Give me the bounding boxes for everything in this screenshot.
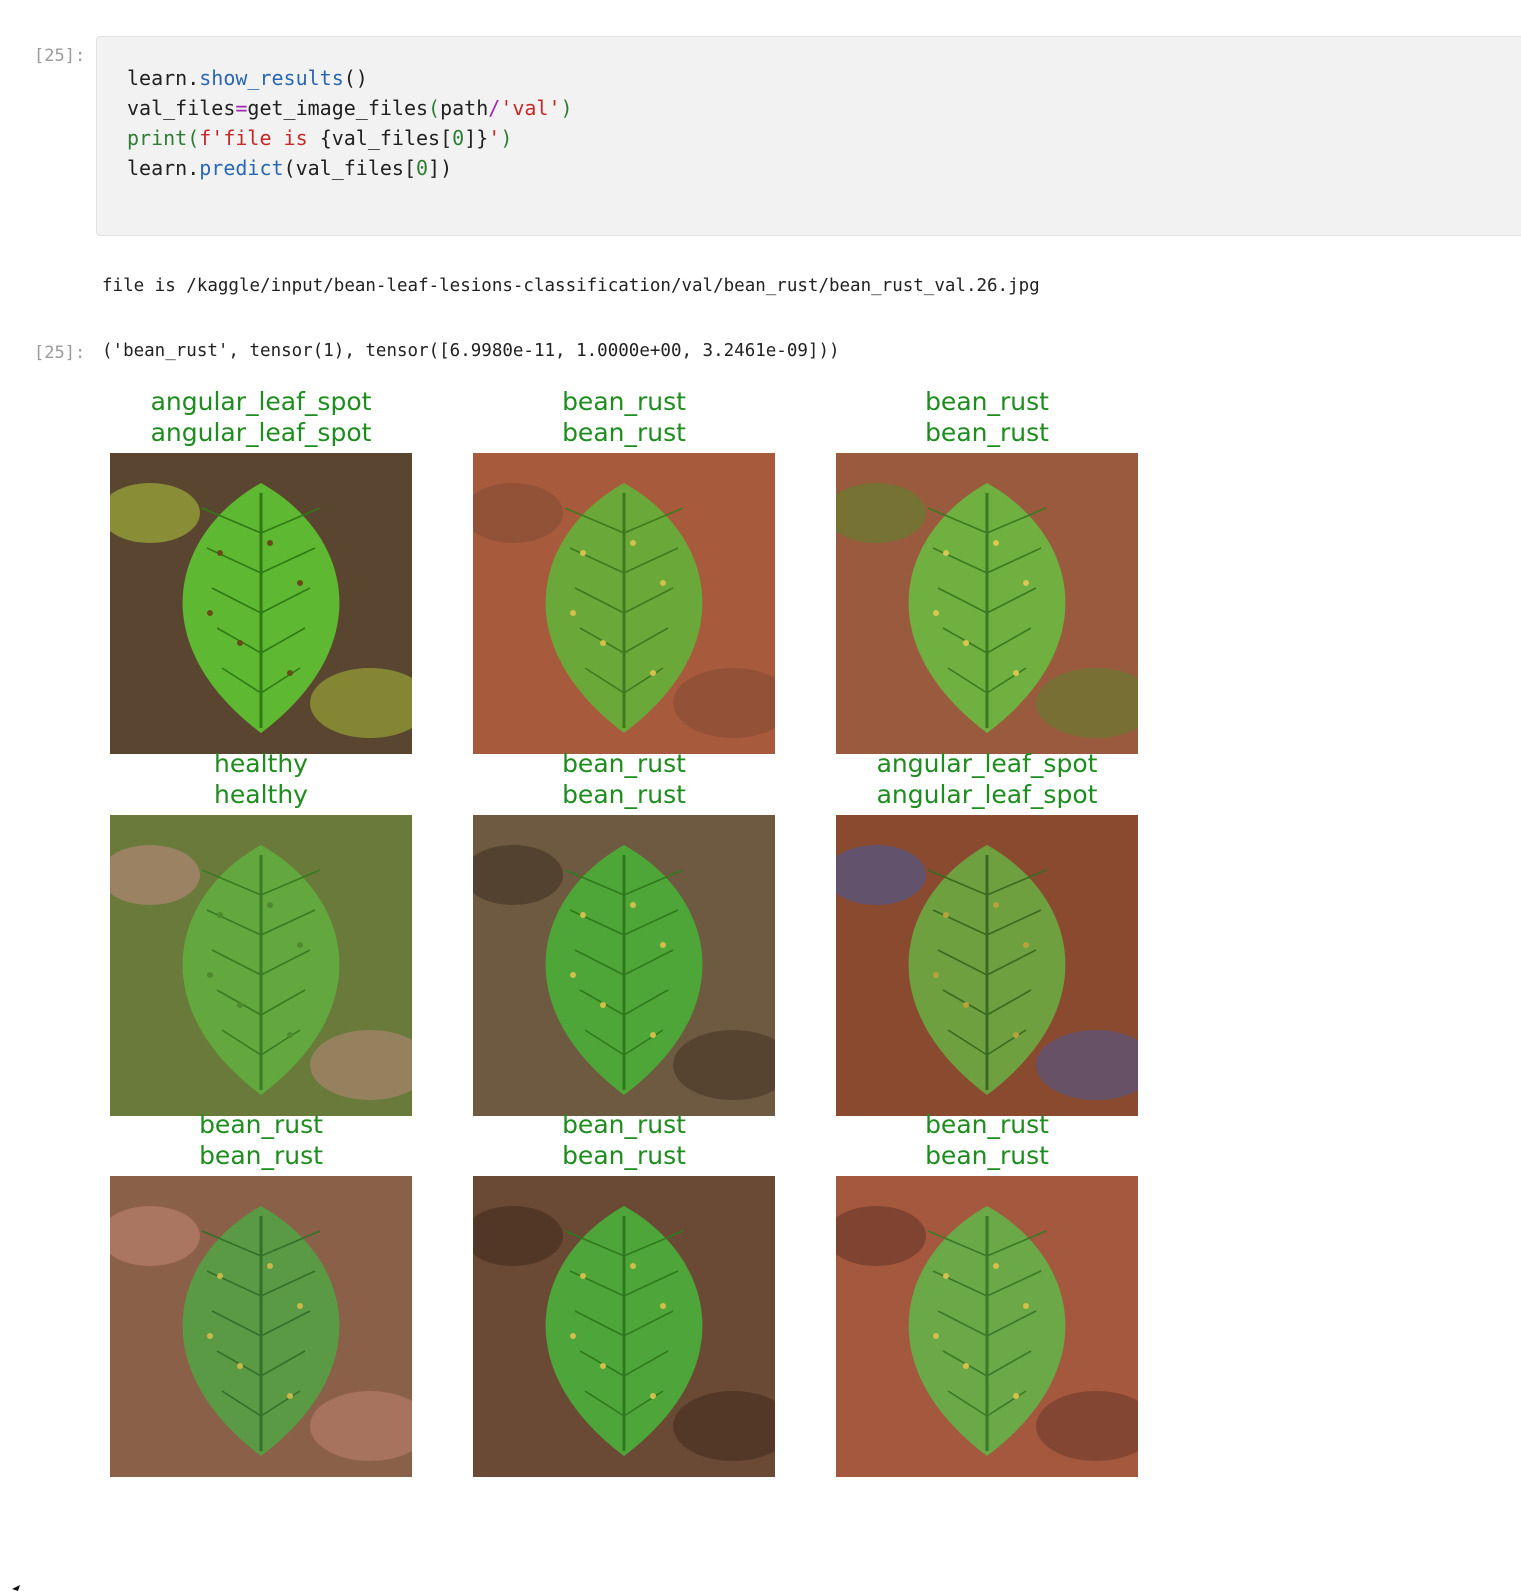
cursor-fragment [12,1585,20,1591]
code-cell[interactable]: learn.show_results() val_files=get_image… [96,36,1521,236]
predicted-label: bean_rust [199,1141,323,1170]
actual-label: bean_rust [562,387,686,416]
code-token: ]} [464,126,489,150]
actual-label: angular_leaf_spot [876,749,1098,778]
stdout-output: file is /kaggle/input/bean-leaf-lesions-… [102,276,1040,296]
code-token: ]) [428,156,453,180]
leaf-photo-bean-rust-plant [473,815,775,1116]
code-token: print [127,126,188,150]
code-token: ) [560,96,573,120]
actual-label: bean_rust [562,749,686,778]
code-editor[interactable]: learn.show_results() val_files=get_image… [127,63,573,183]
predicted-label: angular_leaf_spot [876,780,1098,809]
actual-label: healthy [214,749,308,778]
code-token: ( [187,126,200,150]
code-token: ' [488,126,501,150]
leaf-photo-bean-rust [836,453,1138,754]
code-token: learn. [127,66,200,90]
code-line: learn.show_results() [127,66,368,90]
code-token: get_image_files [247,96,429,120]
leaf-photo-angular-leaf-spot [110,453,412,754]
code-line: learn.predict(val_files[0]) [127,156,452,180]
code-line: print(f'file is {val_files[0]}') [127,126,512,150]
leaf-photo-bean-rust-hand [473,453,775,754]
result-output: ('bean_rust', tensor(1), tensor([6.9980e… [102,341,840,361]
leaf-photo-angular-leaf-spot-field [836,815,1138,1116]
code-token: {val_files[ [319,126,453,150]
code-token: (val_files[ [283,156,416,180]
input-prompt: [25]: [34,46,86,66]
output-prompt: [25]: [34,343,86,363]
predicted-label: bean_rust [562,780,686,809]
code-token: 0 [452,126,465,150]
code-token: 'val' [500,96,561,120]
leaf-photo-bean-rust-hand-2 [473,1176,775,1477]
code-token: = [235,96,248,120]
code-token: show_results [199,66,344,90]
code-token: predict [199,156,284,180]
actual-label: angular_leaf_spot [150,387,372,416]
code-token: 0 [416,156,429,180]
code-token: () [343,66,368,90]
leaf-photo-healthy [110,815,412,1116]
code-line: val_files=get_image_files(path/'val') [127,96,573,120]
actual-label: bean_rust [925,1110,1049,1139]
code-token: val_files [127,96,236,120]
code-token: ( [428,96,441,120]
code-token: ) [500,126,513,150]
actual-label: bean_rust [562,1110,686,1139]
leaf-photo-bean-rust-soil [110,1176,412,1477]
code-token: f'file is [199,126,320,150]
predicted-label: bean_rust [925,418,1049,447]
leaf-photo-bean-rust-soil-2 [836,1176,1138,1477]
predicted-label: bean_rust [925,1141,1049,1170]
predicted-label: bean_rust [562,418,686,447]
code-token: learn. [127,156,200,180]
code-token: / [488,96,501,120]
actual-label: bean_rust [199,1110,323,1139]
actual-label: bean_rust [925,387,1049,416]
predicted-label: angular_leaf_spot [150,418,372,447]
predicted-label: healthy [214,780,308,809]
predicted-label: bean_rust [562,1141,686,1170]
code-token: path [440,96,489,120]
